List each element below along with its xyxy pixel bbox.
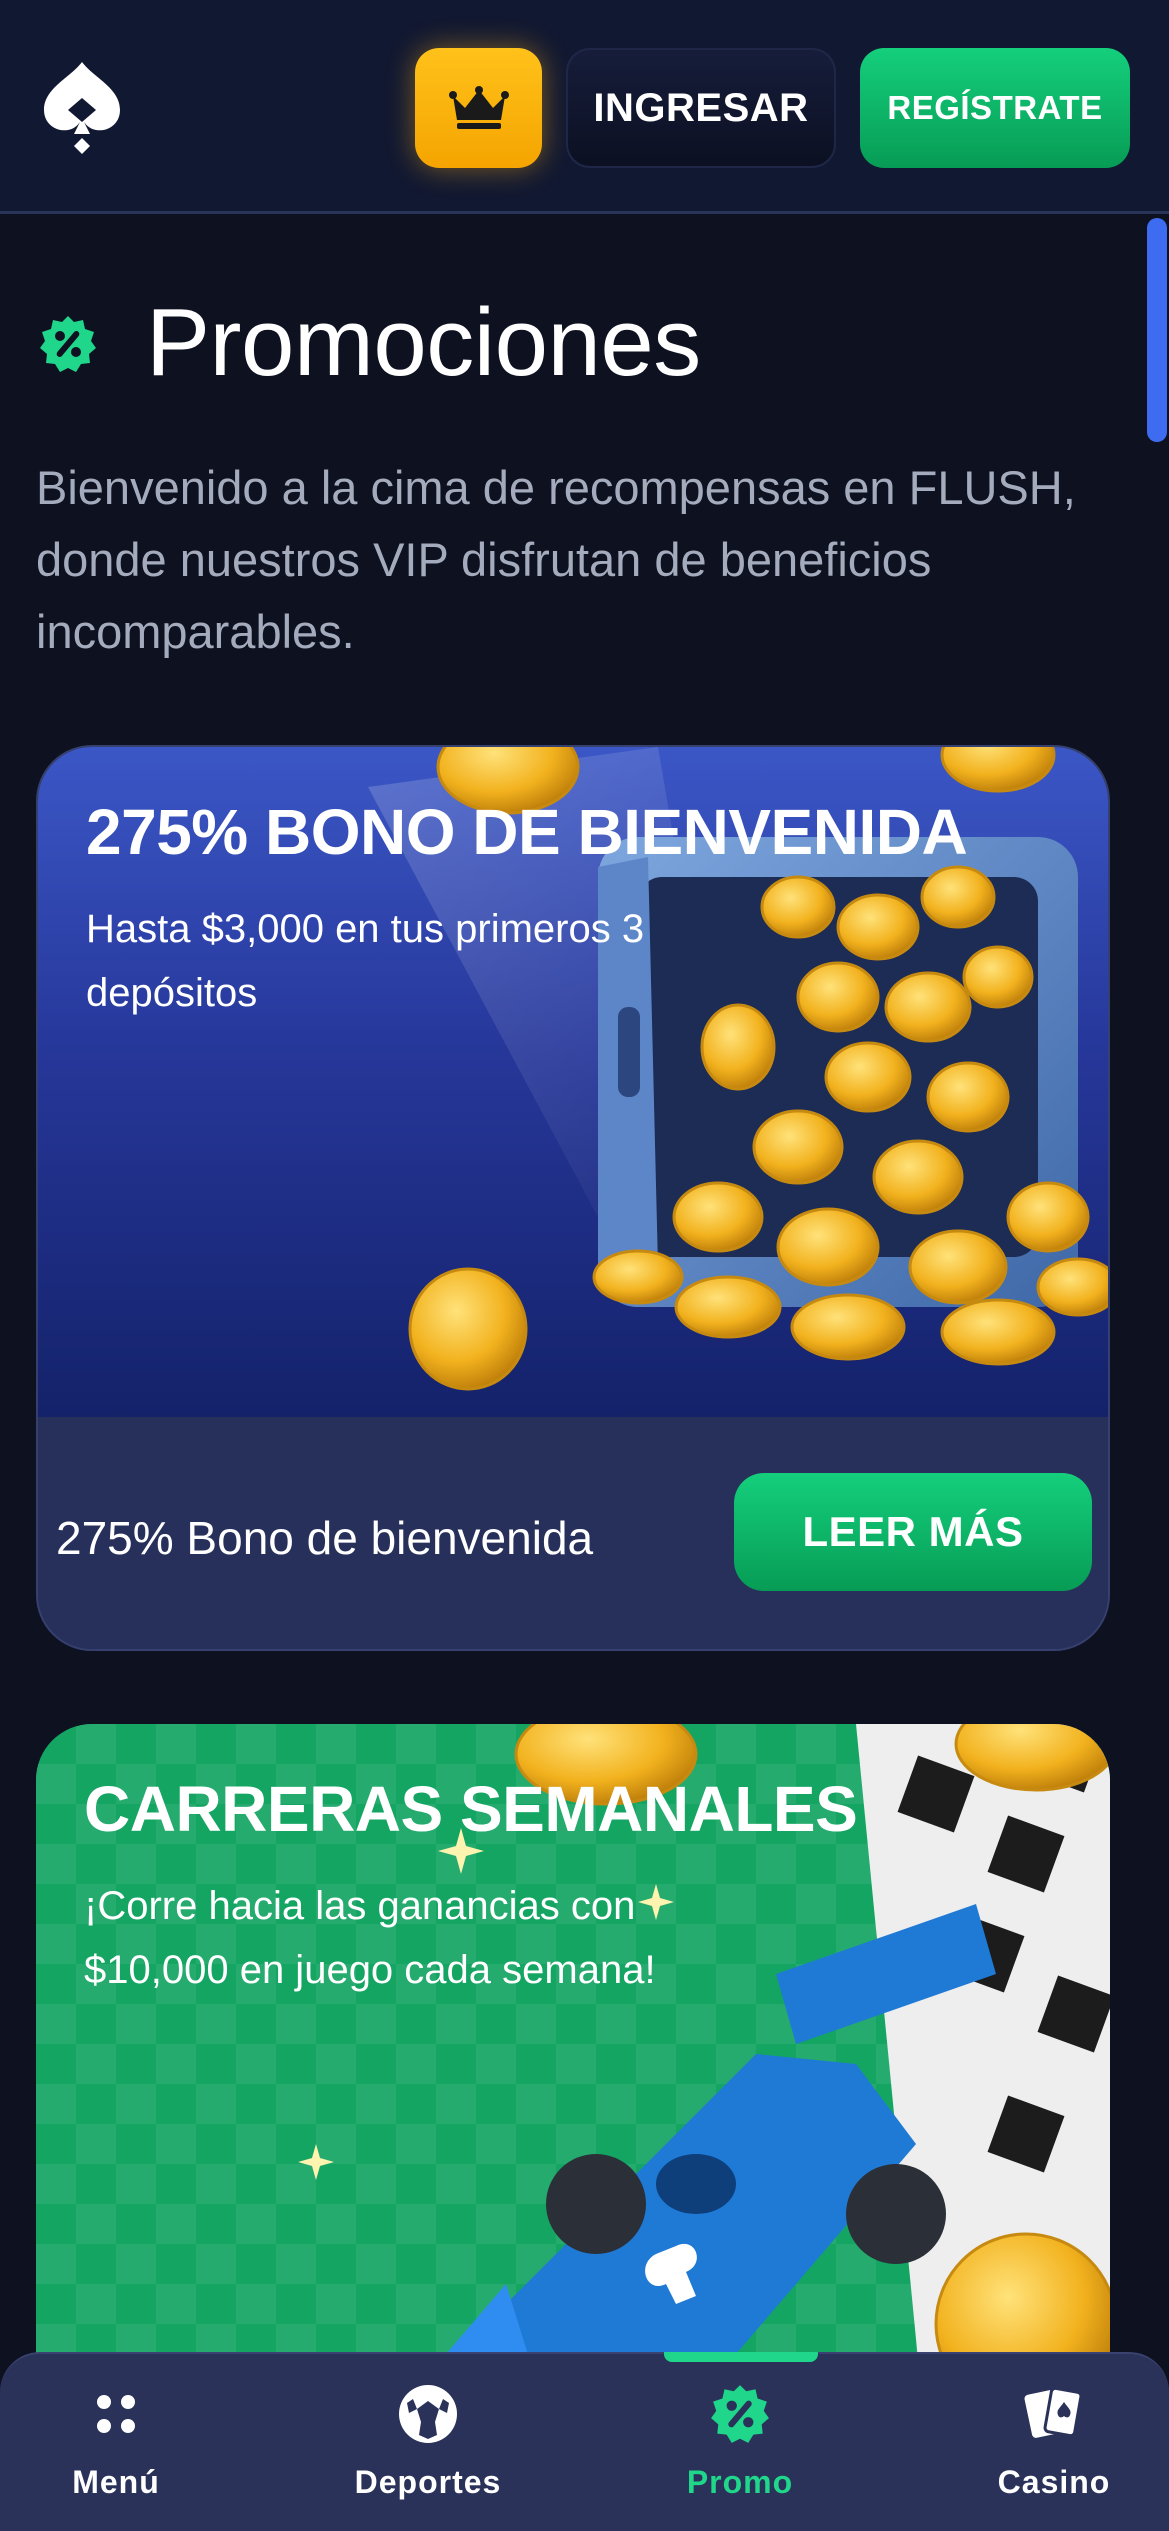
- spade-logo-icon[interactable]: [40, 58, 124, 158]
- nav-item-sports[interactable]: Deportes: [318, 2382, 538, 2512]
- scrollbar[interactable]: [1147, 218, 1167, 442]
- page-intro: Bienvenido a la cima de recompensas en F…: [36, 461, 1076, 658]
- page-title: Promociones: [146, 289, 701, 396]
- promo-card-welcome-bonus[interactable]: 275% BONO DE BIENVENIDA Hasta $3,000 en …: [36, 745, 1110, 1651]
- login-button[interactable]: INGRESAR: [566, 48, 836, 168]
- promo-subtitle: Hasta $3,000 en tus primeros 3 depósitos: [86, 907, 645, 1015]
- nav-label: Deportes: [354, 2464, 502, 2500]
- promo-banner-welcome: 275% BONO DE BIENVENIDA Hasta $3,000 en …: [38, 747, 1108, 1417]
- nav-label: Casino: [997, 2464, 1111, 2500]
- percent-badge-icon: [711, 2385, 769, 2443]
- nav-item-casino[interactable]: Casino: [944, 2382, 1164, 2512]
- top-header: INGRESAR REGÍSTRATE: [0, 0, 1169, 214]
- menu-dots-icon: [97, 2395, 135, 2433]
- promo-heading: CARRERAS SEMANALES: [84, 1773, 858, 1845]
- crown-icon: [448, 86, 509, 129]
- nav-label: Promo: [686, 2464, 794, 2500]
- promo-footer-title: 275% Bono de bienvenida: [56, 1512, 594, 1564]
- vip-button[interactable]: [415, 48, 542, 168]
- nav-label: Menú: [72, 2464, 160, 2500]
- percent-badge-icon: [40, 316, 96, 372]
- read-more-button[interactable]: LEER MÁS: [734, 1473, 1092, 1591]
- active-tab-indicator: [664, 2352, 818, 2362]
- playing-cards-icon: [1024, 2386, 1083, 2438]
- soccer-ball-icon: [399, 2385, 457, 2443]
- promo-heading: 275% BONO DE BIENVENIDA: [86, 796, 968, 868]
- register-button[interactable]: REGÍSTRATE: [860, 48, 1130, 168]
- nav-item-promo[interactable]: Promo: [630, 2382, 850, 2512]
- nav-item-menu[interactable]: Menú: [6, 2382, 226, 2512]
- promo-subtitle: ¡Corre hacia las ganancias con $10,000 e…: [84, 1884, 656, 1992]
- bottom-navigation: Menú Deportes Promo Casino: [0, 2352, 1169, 2531]
- promo-card-footer: 275% Bono de bienvenida LEER MÁS: [38, 1417, 1108, 1649]
